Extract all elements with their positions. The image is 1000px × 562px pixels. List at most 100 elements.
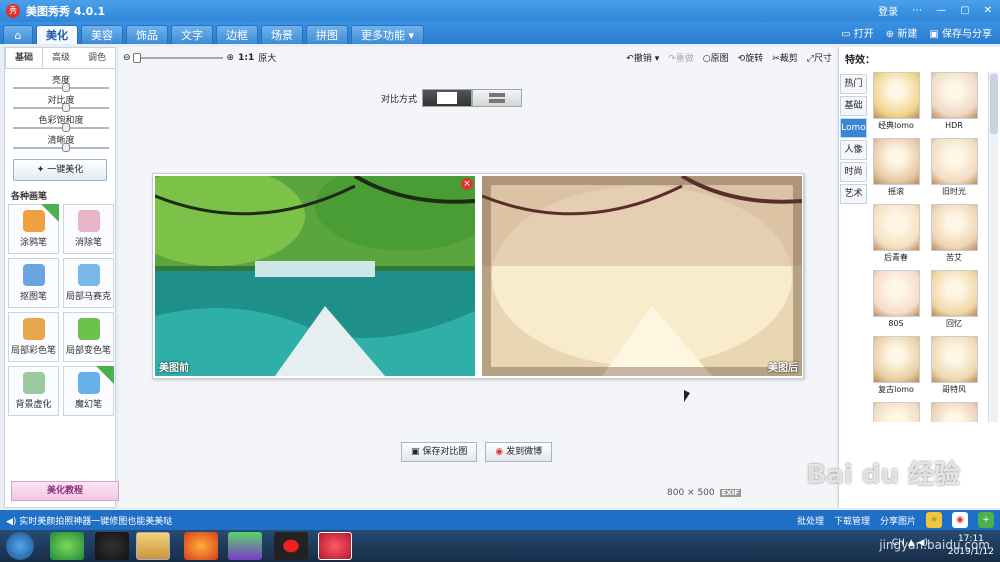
resize-button[interactable]: ⤢尺寸 (807, 51, 832, 64)
brush-tool[interactable]: 涂鸦笔 (8, 204, 59, 254)
saturation-slider[interactable]: 色彩饱和度 (13, 113, 109, 132)
original-button[interactable]: ○原图 (703, 51, 729, 64)
effect-item[interactable]: 80S (871, 270, 921, 336)
menu-icon[interactable]: ⋯ (912, 5, 922, 16)
effect-label: 苦艾 (946, 253, 962, 262)
before-tag: 美图前 (159, 363, 189, 374)
zoom-ratio[interactable]: 1:1 (238, 53, 254, 63)
save-compare-button[interactable]: ▣ 保存对比图 (401, 442, 478, 462)
effect-category[interactable]: 时尚 (840, 162, 867, 182)
effect-item[interactable]: 回忆 (929, 270, 979, 336)
brush-tool[interactable]: 局部马赛克 (63, 258, 114, 308)
taskbar-app-360-icon[interactable] (50, 532, 84, 560)
effect-item[interactable]: 苦艾 (929, 204, 979, 270)
effect-category[interactable]: 人像 (840, 140, 867, 160)
scroll-thumb[interactable] (990, 74, 998, 134)
brush-tool[interactable]: 局部彩色笔 (8, 312, 59, 362)
tab-border[interactable]: 边框 (216, 25, 258, 44)
tab-beautify[interactable]: 美化 (36, 25, 78, 44)
brush-tool[interactable]: 抠图笔 (8, 258, 59, 308)
slider-knob[interactable] (61, 143, 70, 152)
effect-item[interactable]: HDR (929, 72, 979, 138)
redo-button[interactable]: ↷重做 (668, 51, 694, 64)
zoom-knob[interactable] (132, 52, 141, 63)
brush-tool[interactable]: 局部变色笔 (63, 312, 114, 362)
tab-accessories[interactable]: 饰品 (126, 25, 168, 44)
brush-tool[interactable]: 消除笔 (63, 204, 114, 254)
saturation-label: 色彩饱和度 (38, 116, 84, 126)
weibo-icon[interactable]: ◉ (952, 512, 968, 528)
taskbar-app-video-icon[interactable] (228, 532, 262, 560)
close-button[interactable]: ✕ (984, 5, 992, 16)
subtab-advanced[interactable]: 高级 (43, 48, 79, 68)
effect-item[interactable]: 摇滚 (871, 138, 921, 204)
undo-button[interactable]: ↶撤销 ▾ (626, 51, 659, 64)
subtab-color[interactable]: 调色 (79, 48, 115, 68)
add-icon[interactable]: + (978, 512, 994, 528)
one-key-beautify-button[interactable]: ✦ 一键美化 (13, 159, 107, 181)
rotate-button[interactable]: ⟲旋转 (738, 51, 764, 64)
zoom-in-icon[interactable]: ⊕ (227, 53, 235, 63)
mouse-cursor (684, 390, 690, 402)
brush-icon (22, 264, 45, 286)
contrast-slider[interactable]: 对比度 (13, 93, 109, 112)
share-weibo-button[interactable]: ◉ 发到微博 (485, 442, 553, 462)
brush-icon (22, 318, 45, 340)
effect-category[interactable]: Lomo (840, 118, 867, 138)
tab-scene[interactable]: 场景 (261, 25, 303, 44)
brightness-slider[interactable]: 亮度 (13, 73, 109, 92)
tab-beauty[interactable]: 美容 (81, 25, 123, 44)
download-manager-button[interactable]: 下载管理 (834, 514, 870, 527)
tab-collage[interactable]: 拼图 (306, 25, 348, 44)
batch-button[interactable]: 批处理 (797, 514, 824, 527)
effect-item[interactable]: 经典lomo (871, 72, 921, 138)
slider-knob[interactable] (61, 83, 70, 92)
tab-more[interactable]: 更多功能 ▾ (351, 25, 425, 44)
brush-tool[interactable]: 背景虚化 (8, 366, 59, 416)
zoom-slider[interactable] (132, 52, 223, 63)
effect-category[interactable]: 热门 (840, 74, 867, 94)
effect-thumbnail (930, 402, 978, 422)
star-icon[interactable]: ★ (926, 512, 942, 528)
compare-side-by-side-button[interactable] (422, 89, 473, 107)
effects-scrollbar[interactable] (988, 72, 998, 422)
new-button[interactable]: ⊕ 新建 (886, 25, 918, 40)
home-tab[interactable]: ⌂ (3, 25, 33, 44)
effect-item[interactable]: 哥特风 (929, 336, 979, 402)
original-size-label[interactable]: 原大 (258, 51, 276, 64)
taskbar-app-qq-icon[interactable] (95, 532, 129, 560)
share-image-button[interactable]: 分享图片 (880, 514, 916, 527)
close-compare-icon[interactable]: × (461, 178, 473, 190)
save-share-button[interactable]: ▣ 保存与分享 (929, 25, 992, 40)
slider-knob[interactable] (61, 103, 70, 112)
taskbar-app-explorer-icon[interactable] (136, 532, 170, 560)
minimize-button[interactable]: — (936, 5, 946, 16)
crop-button[interactable]: ✂裁剪 (772, 51, 798, 64)
start-button[interactable] (6, 532, 34, 560)
open-button[interactable]: ▭ 打开 (841, 25, 874, 40)
sharpness-slider[interactable]: 清晰度 (13, 133, 109, 152)
effect-item[interactable]: 复古lomo (871, 336, 921, 402)
effect-item[interactable] (871, 402, 921, 422)
brush-tool[interactable]: 魔幻笔 (63, 366, 114, 416)
beautify-tutorial-button[interactable]: 美化教程 (11, 481, 119, 501)
taskbar-app-meitu-icon[interactable] (318, 532, 352, 560)
effect-item[interactable] (929, 402, 979, 422)
effect-thumbnail (872, 402, 920, 422)
effect-category[interactable]: 艺术 (840, 184, 867, 204)
zoom-out-icon[interactable]: ⊖ (123, 53, 131, 63)
taskbar-app-firefox-icon[interactable] (184, 532, 218, 560)
subtab-basic[interactable]: 基础 (5, 48, 43, 68)
taskbar-app-record-icon[interactable] (274, 532, 308, 560)
login-link[interactable]: 登录 (878, 3, 898, 18)
effect-label: 经典lomo (878, 121, 914, 130)
effect-category[interactable]: 基础 (840, 96, 867, 116)
exif-button[interactable]: EXIF (719, 489, 742, 497)
slider-knob[interactable] (61, 123, 70, 132)
effect-item[interactable]: 后青春 (871, 204, 921, 270)
status-message[interactable]: 实时美颜拍照神器一键修图也能美美哒 (19, 517, 172, 527)
tab-text[interactable]: 文字 (171, 25, 213, 44)
maximize-button[interactable]: ▢ (960, 5, 969, 16)
effect-item[interactable]: 旧时光 (929, 138, 979, 204)
compare-stacked-button[interactable] (472, 89, 523, 107)
